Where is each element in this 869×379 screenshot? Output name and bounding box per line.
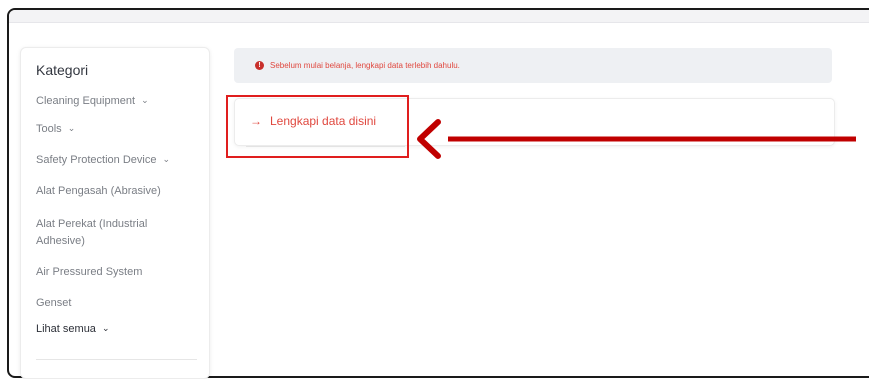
sidebar-item-cleaning-equipment[interactable]: Cleaning Equipment ⌄	[36, 93, 196, 110]
sidebar-item-label: Air Pressured System	[36, 266, 143, 278]
category-sidebar: Kategori Cleaning Equipment ⌄ Tools ⌄ Safe…	[20, 47, 210, 379]
see-all-link[interactable]: Lihat semua ⌄	[36, 323, 109, 335]
sidebar-item-label: Alat Pengasah (Abrasive)	[36, 185, 161, 197]
alert-banner: ! Sebelum mulai belanja, lengkapi data t…	[234, 48, 832, 83]
sidebar-item-label: Alat Perekat (Industrial Adhesive)	[36, 218, 148, 247]
sidebar-item-genset[interactable]: Genset	[36, 295, 196, 312]
sidebar-item-label: Genset	[36, 297, 72, 309]
alert-message: Sebelum mulai belanja, lengkapi data ter…	[270, 61, 460, 70]
chevron-down-icon: ⌄	[67, 123, 76, 133]
pointer-arrow-icon	[417, 119, 856, 159]
sidebar-item-safety-protection-device[interactable]: Safety Protection Device ⌄	[36, 152, 196, 169]
highlight-box	[226, 95, 409, 158]
chevron-down-icon: ⌄	[141, 95, 149, 105]
sidebar-item-label: Cleaning Equipment	[36, 95, 136, 107]
pointer-arrow-head	[417, 119, 441, 159]
chevron-down-icon: ⌄	[162, 154, 170, 164]
chevron-down-icon: ⌄	[101, 323, 110, 333]
window-topbar	[9, 10, 869, 23]
sidebar-item-alat-pengasah[interactable]: Alat Pengasah (Abrasive)	[36, 183, 196, 200]
exclamation-circle-icon: !	[255, 61, 264, 70]
sidebar-item-label: Tools	[36, 123, 62, 135]
sidebar-item-air-pressured-system[interactable]: Air Pressured System	[36, 264, 196, 281]
sidebar-title: Kategori	[36, 62, 89, 78]
sidebar-item-label: Safety Protection Device	[36, 154, 157, 166]
sidebar-divider	[36, 359, 197, 360]
see-all-label: Lihat semua	[36, 323, 96, 335]
sidebar-item-alat-perekat[interactable]: Alat Perekat (Industrial Adhesive)	[36, 216, 166, 250]
sidebar-item-tools[interactable]: Tools ⌄	[36, 121, 196, 138]
